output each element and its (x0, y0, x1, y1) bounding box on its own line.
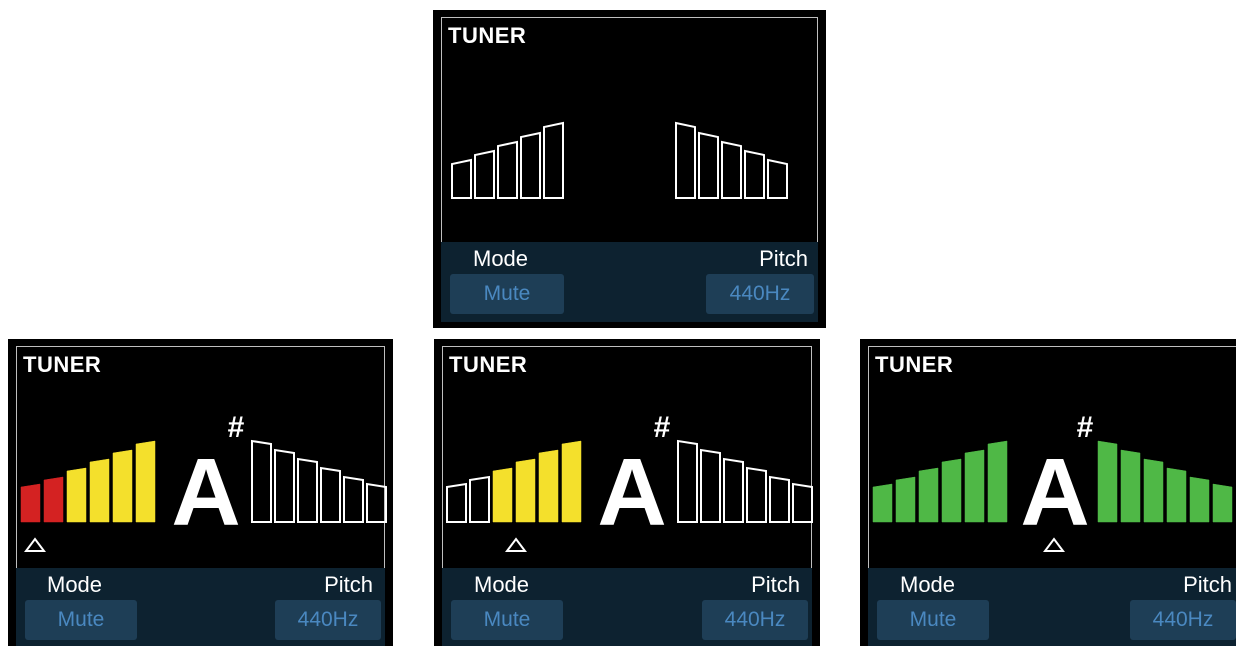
tuner-screen-flat: TUNER A # Mode Mute Pitch 440Hz (8, 339, 393, 646)
pitch-label: Pitch (1183, 572, 1232, 597)
mode-label: Mode (473, 246, 529, 271)
right-bar (274, 448, 295, 523)
mode-label: Mode (900, 572, 956, 597)
right-bar (297, 457, 318, 523)
right-bar (744, 149, 765, 199)
left-bar (446, 482, 467, 523)
left-bar (515, 458, 536, 523)
left-bar (497, 140, 518, 199)
left-bar (20, 483, 41, 523)
right-bar (721, 140, 742, 199)
left-bar (451, 158, 472, 199)
mode-button[interactable]: Mute (877, 600, 989, 640)
tuning-indicator-icon (24, 537, 46, 552)
right-bar (1166, 467, 1187, 523)
right-bar (723, 457, 744, 523)
left-bar (135, 440, 156, 523)
left-bar (561, 440, 582, 523)
pitch-button[interactable]: 440Hz (1130, 600, 1236, 640)
right-bar (1143, 458, 1164, 523)
tuner-screen-slightly-flat: TUNER A # Mode Mute Pitch 440Hz (434, 339, 820, 646)
mode-button[interactable]: Mute (450, 274, 564, 314)
left-bar (43, 476, 64, 523)
sharp-sign: # (228, 411, 245, 444)
right-bar (366, 482, 387, 523)
left-bar (112, 449, 133, 523)
bottom-bar: Mode Mute Pitch 440Hz (441, 242, 818, 322)
bottom-bar: Mode Mute Pitch 440Hz (16, 568, 385, 646)
right-bar (1120, 449, 1141, 523)
right-bar (320, 466, 341, 523)
pitch-button[interactable]: 440Hz (706, 274, 814, 314)
pitch-label: Pitch (759, 246, 808, 271)
left-bar (538, 449, 559, 523)
left-bar (872, 483, 893, 523)
left-bar (89, 458, 110, 523)
left-bar (987, 440, 1008, 523)
left-bar (520, 131, 541, 199)
right-bar (1189, 476, 1210, 523)
right-bar (746, 466, 767, 523)
right-bar (1212, 483, 1233, 523)
right-bar (769, 475, 790, 523)
left-bar (474, 149, 495, 199)
left-bar (964, 449, 985, 523)
sharp-sign: # (1077, 411, 1094, 444)
right-bar (251, 439, 272, 523)
right-bar (343, 475, 364, 523)
pitch-button[interactable]: 440Hz (275, 600, 381, 640)
right-bar (1097, 440, 1118, 523)
right-bar (675, 121, 696, 199)
left-bar (918, 467, 939, 523)
note-name: A (1020, 439, 1089, 546)
left-bar (895, 476, 916, 523)
right-bar (700, 448, 721, 523)
mode-button[interactable]: Mute (451, 600, 563, 640)
right-bar (677, 439, 698, 523)
pitch-label: Pitch (324, 572, 373, 597)
mode-label: Mode (474, 572, 530, 597)
tuner-screen-idle: TUNER Mode Mute Pitch 440Hz (433, 10, 826, 328)
left-bar (941, 458, 962, 523)
sharp-sign: # (654, 411, 671, 444)
tuning-indicator-icon (505, 537, 527, 552)
mode-label: Mode (47, 572, 103, 597)
right-bar (792, 482, 813, 523)
right-bar (767, 158, 788, 199)
right-bar (698, 131, 719, 199)
tuner-screen-in-tune: TUNER A # Mode Mute Pitch 440Hz (860, 339, 1236, 646)
note-name: A (597, 439, 666, 546)
bottom-bar: Mode Mute Pitch 440Hz (442, 568, 812, 646)
bottom-bar: Mode Mute Pitch 440Hz (868, 568, 1236, 646)
mode-button[interactable]: Mute (25, 600, 137, 640)
left-bar (469, 475, 490, 523)
left-bar (543, 121, 564, 199)
left-bar (66, 467, 87, 523)
left-bar (492, 467, 513, 523)
pitch-label: Pitch (751, 572, 800, 597)
pitch-button[interactable]: 440Hz (702, 600, 808, 640)
note-name: A (171, 439, 240, 546)
